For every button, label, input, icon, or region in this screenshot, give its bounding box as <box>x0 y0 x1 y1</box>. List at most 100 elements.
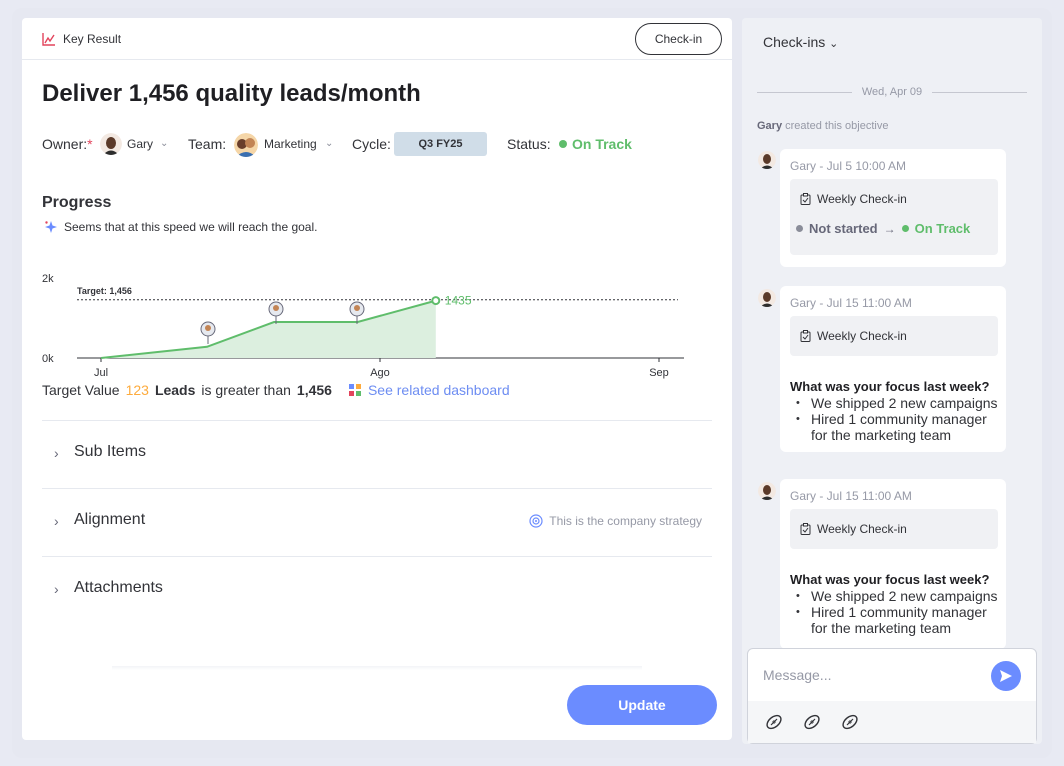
owner-avatar[interactable] <box>100 133 122 155</box>
checkin-answers: We shipped 2 new campaigns Hired 1 commu… <box>796 588 1001 636</box>
target-label: Target: 1,456 <box>77 286 132 296</box>
target-value-number: 123 <box>125 382 149 398</box>
y-tick-label-bottom: 0k <box>42 353 54 365</box>
x-tick-label: Ago <box>370 367 390 379</box>
checkin-marker[interactable] <box>268 301 284 324</box>
meta-row: Owner:* Gary ⌄ Team: Marketing ⌄ Cycle: … <box>42 132 722 160</box>
progress-title: Progress <box>42 194 112 211</box>
panel-type-label: Key Result <box>63 32 122 46</box>
target-value-threshold: 1,456 <box>296 382 332 398</box>
strategy-note: This is the company strategy <box>529 514 702 528</box>
status-dot <box>796 225 803 232</box>
card-meta: Gary - Jul 15 11:00 AM <box>790 296 912 310</box>
checkin-type: Weekly Check-in <box>800 329 907 343</box>
card-meta: Gary - Jul 15 11:00 AM <box>790 489 912 503</box>
answer-item: Hired 1 community manager for the market… <box>796 411 1001 443</box>
football-icon[interactable] <box>840 712 860 732</box>
last-point[interactable] <box>431 296 441 306</box>
checkins-panel: Check-ins ⌄ Wed, Apr 09 Gary created thi… <box>742 18 1042 744</box>
date-label: Wed, Apr 09 <box>861 86 923 98</box>
owner-chevron-down-icon[interactable]: ⌄ <box>160 132 168 156</box>
answer-item: We shipped 2 new campaigns <box>796 588 1001 604</box>
section-sub-items[interactable]: › Sub Items <box>42 420 712 488</box>
required-mark: * <box>87 136 93 152</box>
send-button[interactable] <box>991 661 1021 691</box>
team-label: Team: <box>188 136 227 152</box>
update-button[interactable]: Update <box>567 685 717 725</box>
to-status: On Track <box>914 221 971 236</box>
y-tick-label-top: 2k <box>42 273 54 285</box>
checkin-type: Weekly Check-in <box>800 192 907 206</box>
x-tick-label: Jul <box>94 367 108 379</box>
status-dot <box>559 140 567 148</box>
checkin-answers: We shipped 2 new campaigns Hired 1 commu… <box>796 395 1001 443</box>
checkin-marker[interactable] <box>200 321 216 344</box>
card-meta: Gary - Jul 5 10:00 AM <box>790 159 907 173</box>
section-alignment[interactable]: › Alignment This is the company strategy <box>42 488 712 556</box>
answer-item: Hired 1 community manager for the market… <box>796 604 1001 636</box>
team-chevron-down-icon[interactable]: ⌄ <box>325 132 333 156</box>
date-divider: Wed, Apr 09 <box>757 86 1027 98</box>
cycle-chip[interactable]: Q3 FY25 <box>394 132 487 156</box>
football-icon[interactable] <box>802 712 822 732</box>
clipboard-icon <box>800 193 811 205</box>
user-avatar[interactable] <box>758 482 776 500</box>
send-icon <box>1000 670 1012 682</box>
owner-label: Owner:* <box>42 136 93 152</box>
section-attachments[interactable]: › Attachments <box>42 556 712 624</box>
arrow-right-icon: → <box>883 221 896 236</box>
sparkle-icon <box>45 221 57 233</box>
checkin-type: Weekly Check-in <box>800 522 907 536</box>
team-name[interactable]: Marketing <box>264 132 317 156</box>
footer-divider <box>112 666 642 670</box>
chevron-right-icon[interactable]: › <box>54 581 59 597</box>
progress-area <box>101 300 436 358</box>
target-icon <box>529 514 543 528</box>
answer-item: We shipped 2 new campaigns <box>796 395 1001 411</box>
section-label: Alignment <box>74 511 146 528</box>
page-title: Deliver 1,456 quality leads/month <box>42 80 421 107</box>
key-result-icon <box>42 33 55 46</box>
checkin-body: Weekly Check-in <box>790 316 998 356</box>
target-value-condition: is greater than <box>201 382 291 398</box>
status-value[interactable]: On Track <box>572 132 632 156</box>
panel-header: Key Result Check-in <box>22 18 732 60</box>
checkin-body: Weekly Check-in Not started → On Track <box>790 179 998 255</box>
team-avatar[interactable] <box>234 133 258 157</box>
owner-name[interactable]: Gary <box>127 132 153 156</box>
checkin-card: Gary - Jul 15 11:00 AM Weekly Check-in W… <box>780 286 1006 452</box>
checkin-question: What was your focus last week? <box>790 379 990 394</box>
created-note: Gary created this objective <box>757 120 889 132</box>
dashboard-icon <box>348 384 361 396</box>
user-avatar[interactable] <box>758 289 776 307</box>
key-result-panel: Key Result Check-in Deliver 1,456 qualit… <box>22 18 732 740</box>
user-avatar[interactable] <box>758 151 776 169</box>
chevron-right-icon[interactable]: › <box>54 445 59 461</box>
target-value-row: Target Value 123 Leads is greater than 1… <box>42 382 510 398</box>
from-status: Not started <box>809 221 878 236</box>
checkins-dropdown[interactable]: Check-ins ⌄ <box>763 34 838 50</box>
last-value-label: 1435 <box>445 294 472 308</box>
check-in-button[interactable]: Check-in <box>635 23 722 55</box>
status-label: Status: <box>507 136 551 152</box>
x-tick-label: Sep <box>649 367 669 379</box>
message-composer <box>747 648 1037 744</box>
chevron-down-icon[interactable]: ⌄ <box>829 38 838 50</box>
progress-chart: 2k 0k Target: 1,456 Jul Ago Sep 1435 <box>42 273 684 379</box>
football-icon[interactable] <box>764 712 784 732</box>
cycle-label: Cycle: <box>352 136 391 152</box>
target-value-label: Target Value <box>42 382 120 398</box>
status-dot <box>901 225 909 232</box>
chevron-right-icon[interactable]: › <box>54 513 59 529</box>
target-value-unit: Leads <box>154 382 196 398</box>
checkin-card: Gary - Jul 15 11:00 AM Weekly Check-in W… <box>780 479 1006 649</box>
checkin-question: What was your focus last week? <box>790 572 990 587</box>
clipboard-icon <box>800 330 811 342</box>
section-label: Sub Items <box>74 443 147 460</box>
progress-hint: Seems that at this speed we will reach t… <box>44 220 317 234</box>
created-user: Gary <box>757 120 783 132</box>
composer-toolbar <box>748 701 1036 743</box>
related-dashboard-link[interactable]: See related dashboard <box>348 382 510 398</box>
clipboard-icon <box>800 523 811 535</box>
checkin-card: Gary - Jul 5 10:00 AM Weekly Check-in No… <box>780 149 1006 267</box>
